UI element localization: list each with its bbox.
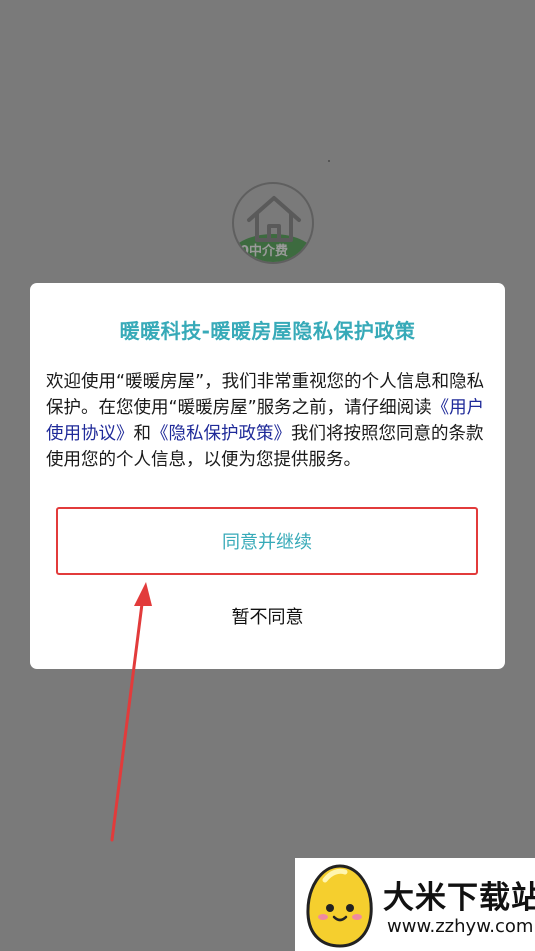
privacy-policy-link[interactable]: 《隐私保护政策》 xyxy=(151,424,291,444)
site-watermark: 大米下载站 www.zzhyw.com xyxy=(295,858,535,951)
agree-continue-button[interactable]: 同意并继续 xyxy=(56,507,478,575)
background-speck xyxy=(328,160,330,162)
dialog-title: 暖暖科技-暖暖房屋隐私保护政策 xyxy=(119,319,416,343)
logo-text: 0中介费 xyxy=(240,244,289,259)
privacy-dialog: 暖暖科技-暖暖房屋隐私保护政策 欢迎使用“暖暖房屋”，我们非常重视您的个人信息和… xyxy=(30,283,505,669)
dialog-body: 欢迎使用“暖暖房屋”，我们非常重视您的个人信息和隐私保护。在您使用“暖暖房屋”服… xyxy=(46,369,489,473)
app-logo: 0中介费 xyxy=(232,182,314,264)
watermark-title: 大米下载站 xyxy=(383,880,535,916)
watermark-url: www.zzhyw.com xyxy=(387,916,534,937)
disagree-button[interactable]: 暂不同意 xyxy=(30,603,505,629)
rice-mascot-icon xyxy=(306,864,373,948)
body-text-intro: 欢迎使用“暖暖房屋”，我们非常重视您的个人信息和隐私保护。在您使用“暖暖房屋”服… xyxy=(46,372,485,418)
body-text-and: 和 xyxy=(133,424,152,444)
